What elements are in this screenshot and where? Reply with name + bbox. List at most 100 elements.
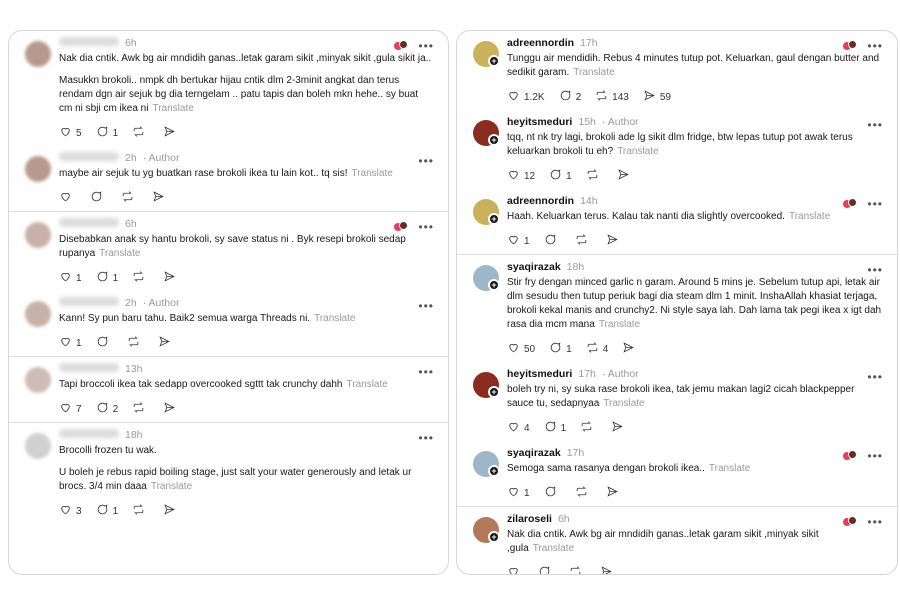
like-button[interactable]: 7: [59, 401, 82, 417]
follow-plus-icon[interactable]: +: [488, 531, 500, 543]
more-options-icon[interactable]: •••: [867, 370, 883, 384]
like-button[interactable]: 5: [59, 125, 82, 141]
more-options-icon[interactable]: •••: [418, 299, 434, 313]
username[interactable]: [59, 37, 119, 46]
share-button[interactable]: [622, 341, 639, 357]
share-button[interactable]: [158, 335, 175, 351]
follow-plus-icon[interactable]: +: [488, 279, 500, 291]
more-options-icon[interactable]: •••: [418, 39, 434, 53]
repost-button[interactable]: [132, 125, 149, 141]
reply-button[interactable]: 1: [96, 125, 118, 141]
username[interactable]: syaqirazak: [507, 261, 561, 273]
share-button[interactable]: [611, 420, 628, 436]
repost-button[interactable]: 4: [586, 341, 608, 357]
more-options-icon[interactable]: •••: [867, 39, 883, 53]
username[interactable]: [59, 297, 119, 306]
reply-button[interactable]: [544, 485, 561, 501]
translate-link[interactable]: Translate: [314, 313, 355, 324]
repost-button[interactable]: [575, 233, 592, 249]
share-button[interactable]: [152, 190, 169, 206]
repost-button[interactable]: 143: [595, 89, 629, 105]
more-options-icon[interactable]: •••: [418, 431, 434, 445]
translate-link[interactable]: Translate: [599, 319, 640, 330]
repost-button[interactable]: [127, 335, 144, 351]
like-button[interactable]: 1.2K: [507, 89, 545, 105]
repost-button[interactable]: [121, 190, 138, 206]
like-button[interactable]: 12: [507, 168, 535, 184]
reply-button[interactable]: [544, 233, 561, 249]
reply-button[interactable]: [90, 190, 107, 206]
more-options-icon[interactable]: •••: [867, 197, 883, 211]
share-button[interactable]: [163, 125, 180, 141]
repost-button[interactable]: [575, 485, 592, 501]
follow-plus-icon[interactable]: +: [488, 134, 500, 146]
username[interactable]: syaqirazak: [507, 447, 561, 459]
reply-button[interactable]: 1: [96, 270, 118, 286]
avatar[interactable]: [25, 222, 51, 248]
username[interactable]: [59, 218, 119, 227]
more-options-icon[interactable]: •••: [867, 515, 883, 529]
more-options-icon[interactable]: •••: [418, 365, 434, 379]
more-options-icon[interactable]: •••: [867, 449, 883, 463]
translate-link[interactable]: Translate: [152, 103, 193, 114]
avatar[interactable]: [25, 433, 51, 459]
more-options-icon[interactable]: •••: [867, 118, 883, 132]
username[interactable]: [59, 363, 119, 372]
avatar[interactable]: [25, 41, 51, 67]
follow-plus-icon[interactable]: +: [488, 386, 500, 398]
like-button[interactable]: [59, 190, 76, 206]
follow-plus-icon[interactable]: +: [488, 465, 500, 477]
reply-button[interactable]: [538, 565, 555, 574]
username[interactable]: [59, 152, 119, 161]
translate-link[interactable]: Translate: [573, 67, 614, 78]
follow-plus-icon[interactable]: +: [488, 213, 500, 225]
reply-button[interactable]: 2: [559, 89, 581, 105]
like-button[interactable]: 1: [59, 335, 82, 351]
more-options-icon[interactable]: •••: [418, 220, 434, 234]
avatar[interactable]: [25, 301, 51, 327]
translate-link[interactable]: Translate: [151, 481, 192, 492]
translate-link[interactable]: Translate: [617, 146, 658, 157]
share-button[interactable]: 59: [643, 89, 671, 105]
like-button[interactable]: 50: [507, 341, 535, 357]
username[interactable]: heyitsmeduri: [507, 116, 572, 128]
avatar[interactable]: [25, 156, 51, 182]
username[interactable]: heyitsmeduri: [507, 368, 572, 380]
translate-link[interactable]: Translate: [533, 543, 574, 554]
like-button[interactable]: 1: [507, 485, 530, 501]
username[interactable]: adreennordin: [507, 37, 574, 49]
repost-button[interactable]: [132, 270, 149, 286]
share-button[interactable]: [606, 485, 623, 501]
repost-button[interactable]: [132, 401, 149, 417]
repost-button[interactable]: [569, 565, 586, 574]
reply-button[interactable]: 2: [96, 401, 118, 417]
translate-link[interactable]: Translate: [347, 379, 388, 390]
share-button[interactable]: [163, 270, 180, 286]
reply-button[interactable]: 1: [96, 503, 118, 519]
like-button[interactable]: 3: [59, 503, 82, 519]
repost-button[interactable]: [580, 420, 597, 436]
repost-button[interactable]: [132, 503, 149, 519]
share-button[interactable]: [617, 168, 634, 184]
username[interactable]: [59, 429, 119, 438]
reply-button[interactable]: 1: [549, 341, 572, 357]
translate-link[interactable]: Translate: [99, 248, 140, 259]
more-options-icon[interactable]: •••: [867, 263, 883, 277]
translate-link[interactable]: Translate: [351, 168, 392, 179]
username[interactable]: adreennordin: [507, 195, 574, 207]
share-button[interactable]: [163, 503, 180, 519]
share-button[interactable]: [606, 233, 623, 249]
like-button[interactable]: 4: [507, 420, 530, 436]
like-button[interactable]: 1: [59, 270, 82, 286]
reply-button[interactable]: [96, 335, 113, 351]
translate-link[interactable]: Translate: [789, 211, 830, 222]
like-button[interactable]: 1: [507, 233, 530, 249]
avatar[interactable]: [25, 367, 51, 393]
repost-button[interactable]: [586, 168, 603, 184]
username[interactable]: zilaroseli: [507, 513, 552, 525]
like-button[interactable]: [507, 565, 524, 574]
share-button[interactable]: [600, 565, 617, 574]
translate-link[interactable]: Translate: [603, 398, 644, 409]
share-button[interactable]: [163, 401, 180, 417]
follow-plus-icon[interactable]: +: [488, 55, 500, 67]
